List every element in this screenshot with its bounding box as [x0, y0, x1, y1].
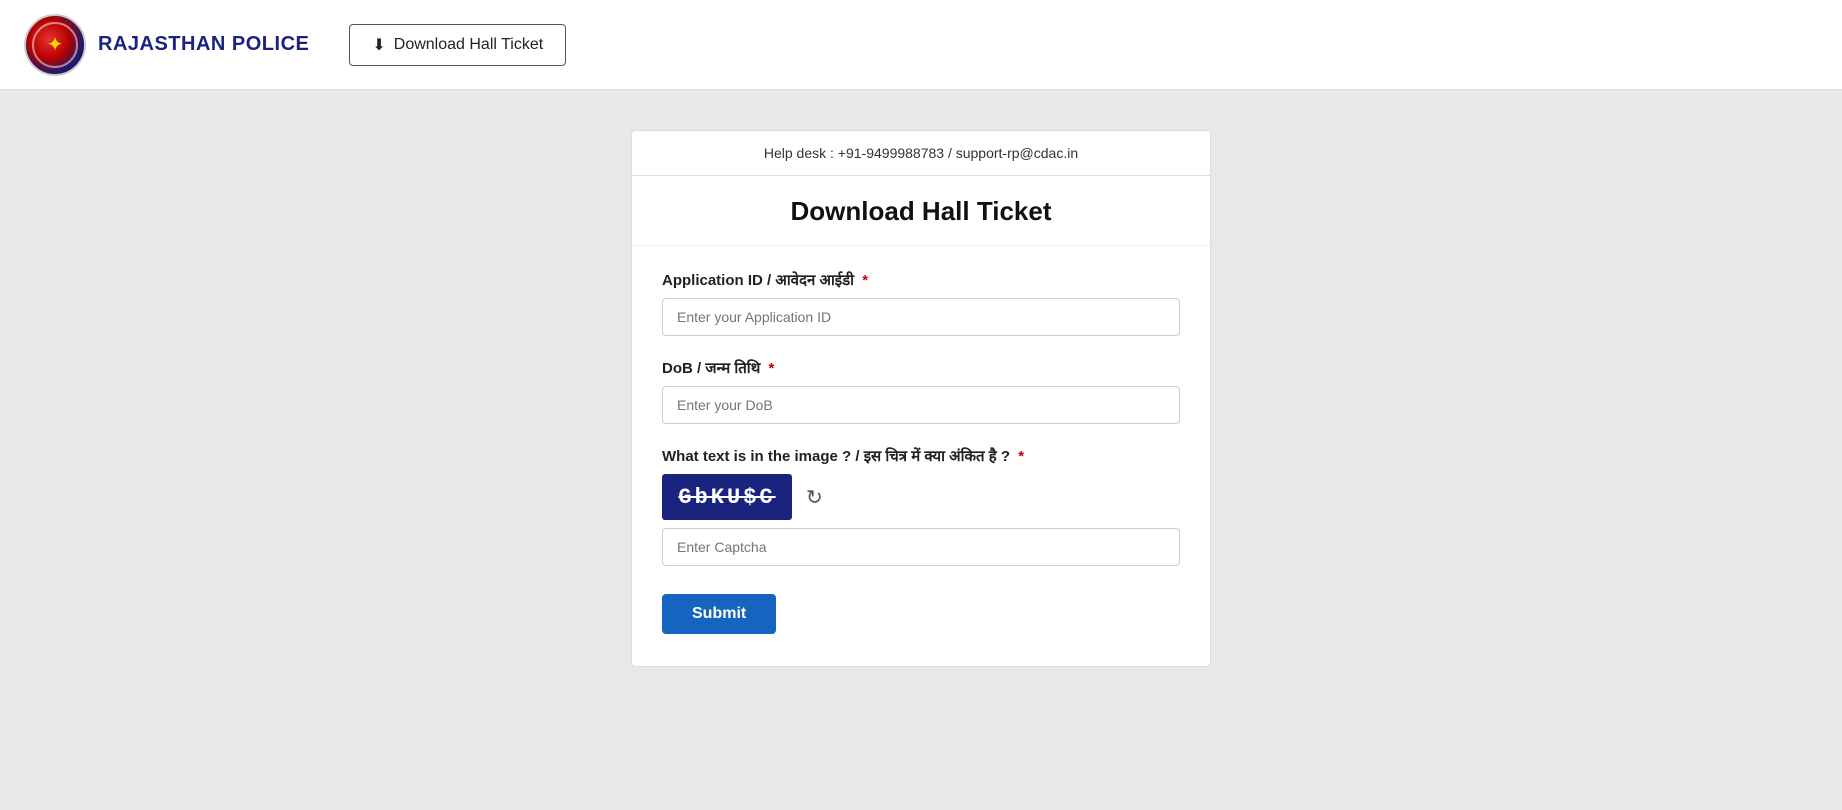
main-content: Help desk : +91-9499988783 / support-rp@…: [0, 90, 1842, 810]
helpdesk-bar: Help desk : +91-9499988783 / support-rp@…: [632, 131, 1210, 176]
logo-star-icon: ✦: [47, 32, 64, 57]
helpdesk-text: Help desk : +91-9499988783 / support-rp@…: [764, 145, 1078, 161]
logo-container: ✦ RAJASTHAN POLICE: [24, 14, 309, 76]
submit-button[interactable]: Submit: [662, 594, 776, 634]
dob-required-star: *: [768, 360, 774, 377]
captcha-required-star: *: [1018, 448, 1024, 465]
dob-group: DoB / जन्म तिथि *: [662, 358, 1180, 424]
captcha-row: GbKU$C ↻: [662, 474, 1180, 520]
form-card: Help desk : +91-9499988783 / support-rp@…: [631, 130, 1211, 667]
application-id-input[interactable]: [662, 298, 1180, 336]
submit-label: Submit: [692, 605, 746, 622]
refresh-icon: ↻: [806, 485, 823, 510]
dob-input[interactable]: [662, 386, 1180, 424]
application-id-required-star: *: [862, 272, 868, 289]
card-body: Application ID / आवेदन आईडी * DoB / जन्म…: [632, 246, 1210, 666]
download-icon: ⬇: [372, 35, 385, 55]
card-title-section: Download Hall Ticket: [632, 176, 1210, 246]
captcha-image: GbKU$C: [662, 474, 792, 520]
download-hall-ticket-label: Download Hall Ticket: [394, 36, 543, 54]
header: ✦ RAJASTHAN POLICE ⬇ Download Hall Ticke…: [0, 0, 1842, 90]
captcha-refresh-button[interactable]: ↻: [802, 481, 827, 514]
dob-label: DoB / जन्म तिथि *: [662, 358, 1180, 378]
logo-icon: ✦: [24, 14, 86, 76]
application-id-label: Application ID / आवेदन आईडी *: [662, 270, 1180, 290]
download-hall-ticket-button[interactable]: ⬇ Download Hall Ticket: [349, 24, 566, 66]
card-title: Download Hall Ticket: [656, 196, 1186, 227]
org-name: RAJASTHAN POLICE: [98, 33, 309, 56]
captcha-group: What text is in the image ? / इस चित्र म…: [662, 446, 1180, 566]
captcha-input[interactable]: [662, 528, 1180, 566]
application-id-group: Application ID / आवेदन आईडी *: [662, 270, 1180, 336]
captcha-label: What text is in the image ? / इस चित्र म…: [662, 446, 1180, 466]
captcha-text: GbKU$C: [678, 485, 775, 510]
